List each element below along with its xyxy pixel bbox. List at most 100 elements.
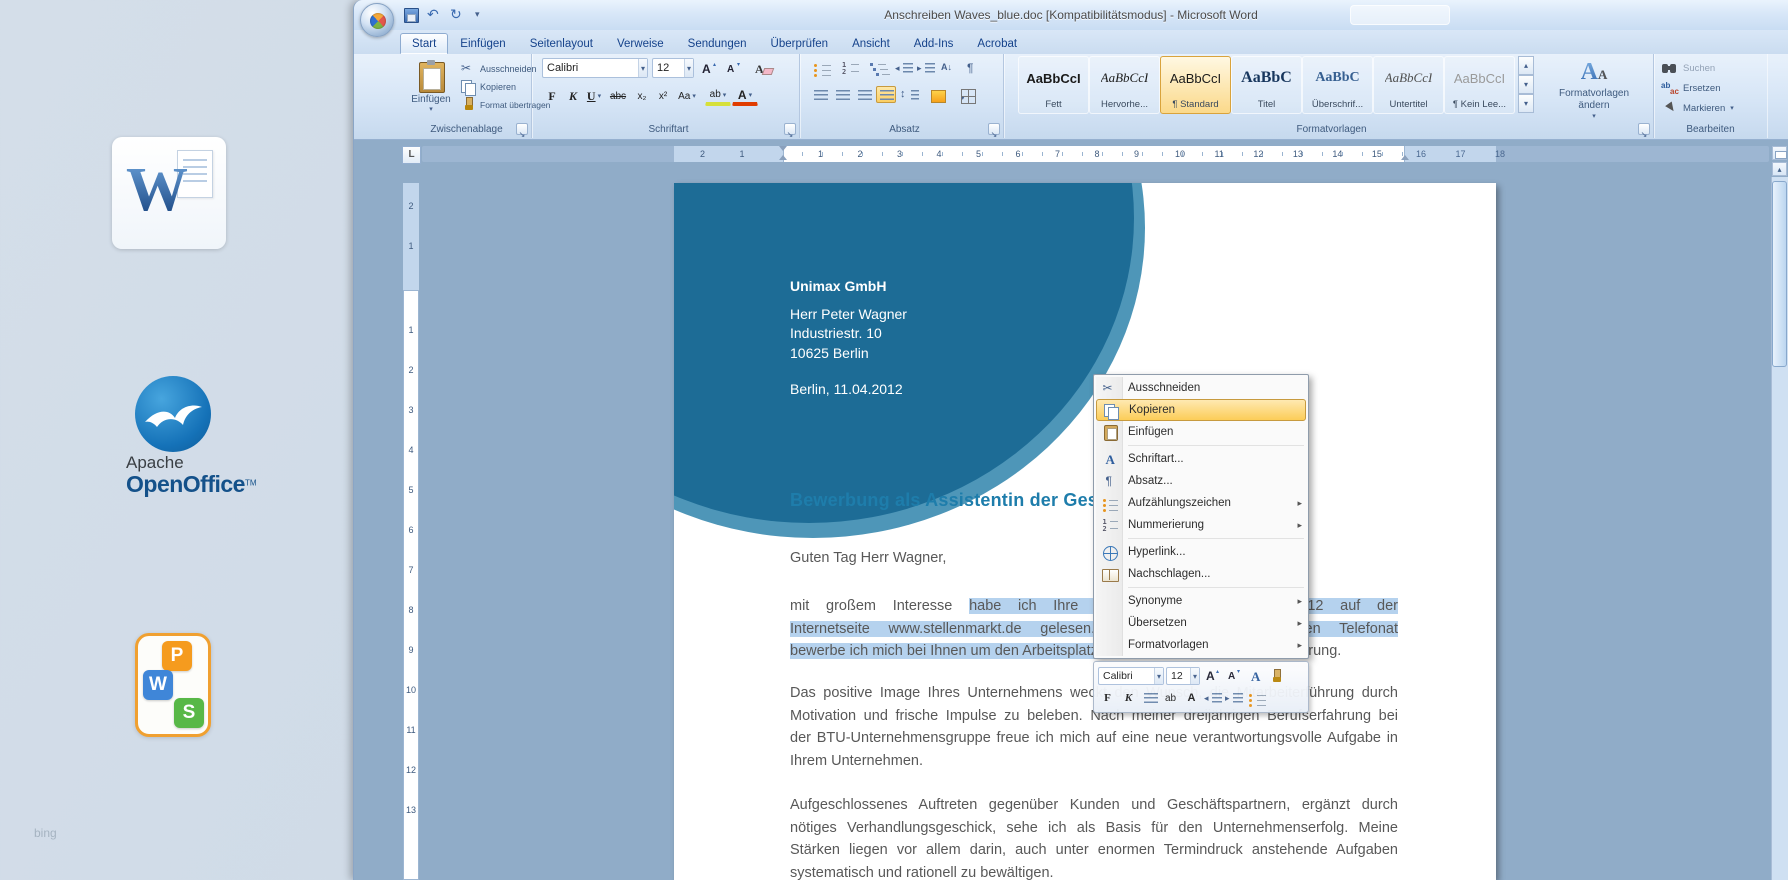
- font-dialog-launcher[interactable]: [784, 123, 796, 135]
- undo-button[interactable]: [425, 6, 444, 24]
- tab-verweise[interactable]: Verweise: [605, 33, 676, 54]
- styles-more-button[interactable]: ▾: [1518, 94, 1534, 113]
- mini-styles-button[interactable]: [1244, 667, 1263, 686]
- document-page[interactable]: Unimax GmbH Herr Peter Wagner Industries…: [674, 183, 1496, 880]
- context-menu-item-copy[interactable]: Kopieren: [1096, 399, 1306, 421]
- customize-quick-access-button[interactable]: [471, 6, 490, 24]
- justify-button[interactable]: [876, 86, 896, 103]
- mini-font-name-select[interactable]: Calibri▾: [1098, 667, 1164, 685]
- find-button[interactable]: Suchen: [1660, 59, 1715, 77]
- underline-button[interactable]: U: [584, 86, 604, 106]
- mini-format-painter-button[interactable]: [1265, 667, 1284, 686]
- superscript-button[interactable]: x²: [653, 86, 673, 106]
- scrollbar-thumb[interactable]: [1772, 181, 1787, 367]
- paragraph-dialog-launcher[interactable]: [988, 123, 1000, 135]
- change-case-button[interactable]: Aa: [674, 86, 700, 106]
- styles-dialog-launcher[interactable]: [1638, 123, 1650, 135]
- tab-addins[interactable]: Add-Ins: [902, 33, 966, 54]
- font-size-select[interactable]: 12▾: [652, 58, 694, 78]
- tab-sendungen[interactable]: Sendungen: [676, 33, 759, 54]
- show-paragraph-marks-button[interactable]: [960, 59, 980, 76]
- cut-button[interactable]: Ausschneiden: [458, 60, 537, 77]
- mini-italic-button[interactable]: K: [1119, 689, 1138, 708]
- shrink-font-button[interactable]: [722, 60, 742, 77]
- context-menu-item-cut[interactable]: Ausschneiden: [1096, 377, 1306, 399]
- font-name-select[interactable]: Calibri▾: [542, 58, 648, 78]
- select-button[interactable]: Markieren: [1660, 99, 1734, 117]
- text-highlight-button[interactable]: ab: [705, 86, 731, 106]
- shading-button[interactable]: [928, 86, 956, 103]
- style-untertitel[interactable]: AaBbCcI Untertitel: [1373, 56, 1444, 114]
- mini-shrink-font-button[interactable]: [1223, 667, 1242, 686]
- mini-center-align-button[interactable]: [1140, 689, 1159, 708]
- strikethrough-button[interactable]: abc: [605, 86, 631, 106]
- tab-start[interactable]: Start: [400, 33, 448, 54]
- align-right-button[interactable]: [854, 86, 874, 103]
- italic-button[interactable]: K: [563, 86, 583, 106]
- tab-ansicht[interactable]: Ansicht: [840, 33, 902, 54]
- vertical-scrollbar[interactable]: ▴: [1771, 140, 1788, 880]
- paste-button[interactable]: Einfügen ▾: [408, 57, 454, 127]
- styles-scroll-down-button[interactable]: ▾: [1518, 75, 1534, 94]
- copy-button[interactable]: Kopieren: [458, 78, 516, 95]
- numbering-button[interactable]: [838, 59, 864, 76]
- style-ueberschrift[interactable]: AaBbC Überschrif...: [1302, 56, 1373, 114]
- tab-seitenlayout[interactable]: Seitenlayout: [518, 33, 605, 54]
- mini-font-size-select[interactable]: 12▾: [1166, 667, 1200, 685]
- hanging-indent-marker[interactable]: [779, 155, 787, 160]
- format-painter-button[interactable]: Format übertragen: [458, 96, 550, 113]
- mini-font-color-button[interactable]: A: [1182, 689, 1201, 708]
- grow-font-button[interactable]: [698, 60, 718, 77]
- style-kein-leerraum[interactable]: AaBbCcI ¶ Kein Lee...: [1444, 56, 1515, 114]
- context-menu-item-font[interactable]: Schriftart...: [1096, 448, 1306, 470]
- redo-button[interactable]: [448, 6, 467, 24]
- desktop-icon-openoffice[interactable]: [135, 376, 211, 452]
- tab-stop-selector[interactable]: L: [402, 146, 421, 164]
- clear-formatting-button[interactable]: [752, 60, 772, 77]
- line-spacing-button[interactable]: [898, 86, 926, 103]
- replace-button[interactable]: Ersetzen: [1660, 79, 1721, 97]
- align-center-button[interactable]: [832, 86, 852, 103]
- borders-button[interactable]: [958, 86, 986, 103]
- chevron-down-icon[interactable]: ▾: [1190, 668, 1199, 684]
- bold-button[interactable]: F: [542, 86, 562, 106]
- first-line-indent-marker[interactable]: [779, 146, 787, 151]
- mini-highlight-button[interactable]: ab: [1161, 689, 1180, 708]
- scroll-up-button[interactable]: ▴: [1772, 162, 1787, 176]
- tab-einfuegen[interactable]: Einfügen: [448, 33, 517, 54]
- right-indent-marker[interactable]: [1401, 155, 1409, 160]
- style-fett[interactable]: AaBbCcI Fett: [1018, 56, 1089, 114]
- desktop-icon-word[interactable]: W: [112, 137, 226, 249]
- clipboard-dialog-launcher[interactable]: [516, 123, 528, 135]
- desktop-icon-wps[interactable]: P W S: [135, 633, 211, 737]
- style-standard[interactable]: AaBbCcI ¶ Standard: [1160, 56, 1231, 114]
- mini-increase-indent-button[interactable]: [1224, 689, 1243, 708]
- style-titel[interactable]: AaBbC Titel: [1231, 56, 1302, 114]
- context-menu-item-paragraph[interactable]: Absatz...: [1096, 470, 1306, 492]
- mini-grow-font-button[interactable]: [1202, 667, 1221, 686]
- ruler-toggle-button[interactable]: [1772, 146, 1787, 160]
- decrease-indent-button[interactable]: [894, 59, 914, 76]
- context-menu-item-hyperlink[interactable]: Hyperlink...: [1096, 541, 1306, 563]
- tab-acrobat[interactable]: Acrobat: [965, 33, 1029, 54]
- context-menu-item-paste[interactable]: Einfügen: [1096, 421, 1306, 443]
- bullets-button[interactable]: [810, 59, 836, 76]
- context-menu-item-bullets[interactable]: Aufzählungszeichen: [1096, 492, 1306, 514]
- multilevel-list-button[interactable]: [866, 59, 892, 76]
- mini-bullets-button[interactable]: [1245, 689, 1264, 708]
- increase-indent-button[interactable]: [916, 59, 936, 76]
- chevron-down-icon[interactable]: ▾: [1154, 668, 1163, 684]
- style-hervorhebung[interactable]: AaBbCcI Hervorhe...: [1089, 56, 1160, 114]
- context-menu-item-translate[interactable]: Übersetzen: [1096, 612, 1306, 634]
- context-menu-item-styles[interactable]: Formatvorlagen: [1096, 634, 1306, 656]
- mini-bold-button[interactable]: F: [1098, 689, 1117, 708]
- context-menu-item-synonyms[interactable]: Synonyme: [1096, 590, 1306, 612]
- context-menu-item-look-up[interactable]: Nachschlagen...: [1096, 563, 1306, 585]
- mini-decrease-indent-button[interactable]: [1203, 689, 1222, 708]
- context-menu-item-numbering[interactable]: Nummerierung: [1096, 514, 1306, 536]
- subscript-button[interactable]: x₂: [632, 86, 652, 106]
- office-button[interactable]: [360, 3, 394, 37]
- change-styles-button[interactable]: AA Formatvorlagen ändern ▾: [1542, 56, 1646, 132]
- styles-scroll-up-button[interactable]: ▴: [1518, 56, 1534, 75]
- align-left-button[interactable]: [810, 86, 830, 103]
